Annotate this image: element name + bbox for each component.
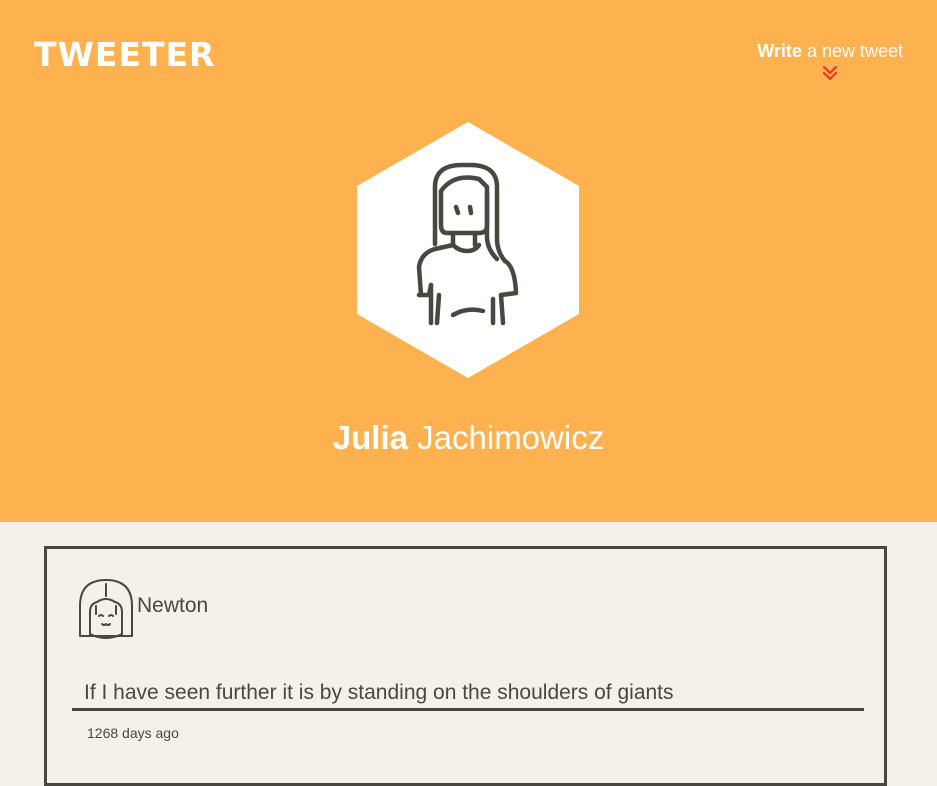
compose-label-rest: a new tweet (801, 41, 903, 61)
double-chevron-down-icon[interactable] (821, 64, 839, 82)
profile-hero: TWEETER Write a new tweet Julia Jachimow… (0, 0, 937, 522)
write-new-tweet-link[interactable]: Write a new tweet (757, 40, 903, 82)
tweet-timestamp: 1268 days ago (87, 725, 179, 741)
tweet-author-name[interactable]: Newton (137, 594, 208, 618)
tweet-card: Newton If I have seen further it is by s… (44, 546, 887, 786)
profile-last-name: Jachimowicz (417, 419, 605, 456)
profile-name: Julia Jachimowicz (0, 418, 937, 458)
profile-first-name: Julia (332, 419, 408, 456)
tweet-divider (72, 708, 864, 711)
hexagon-avatar-frame (357, 122, 579, 378)
girl-avatar-icon (79, 579, 133, 639)
tweet-text: If I have seen further it is by standing… (84, 681, 674, 704)
app-logo[interactable]: TWEETER (34, 38, 215, 71)
profile-avatar (355, 121, 581, 379)
compose-label-strong: Write (757, 41, 802, 61)
tweet-author[interactable]: Newton (77, 576, 208, 640)
